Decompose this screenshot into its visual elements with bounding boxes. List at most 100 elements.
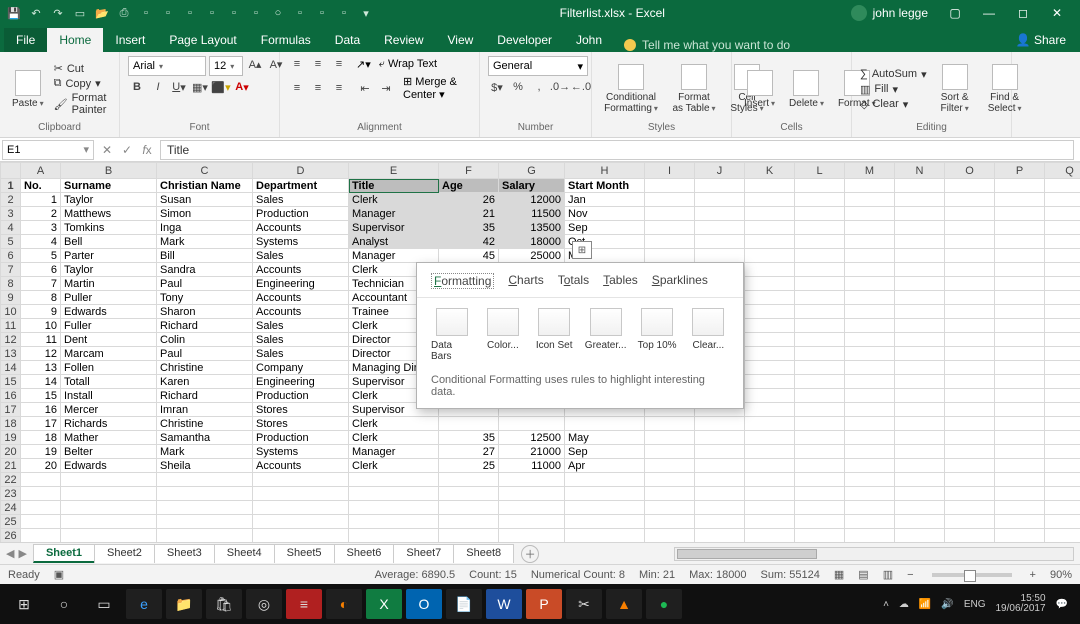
- cell[interactable]: Susan: [157, 193, 253, 207]
- cell[interactable]: [995, 375, 1045, 389]
- cell[interactable]: [945, 459, 995, 473]
- cell[interactable]: [565, 515, 645, 529]
- cell[interactable]: [895, 459, 945, 473]
- cell[interactable]: [995, 389, 1045, 403]
- cell[interactable]: [61, 473, 157, 487]
- cell[interactable]: [745, 263, 795, 277]
- row-header[interactable]: 5: [1, 235, 21, 249]
- cancel-formula-icon[interactable]: ✕: [98, 141, 116, 159]
- cell[interactable]: Christine: [157, 417, 253, 431]
- cell[interactable]: Dent: [61, 333, 157, 347]
- cell[interactable]: Manager: [349, 249, 439, 263]
- view-page-break-icon[interactable]: ▥: [883, 568, 893, 581]
- cell[interactable]: 4: [21, 235, 61, 249]
- sheet-tab[interactable]: Sheet5: [274, 544, 335, 563]
- cell[interactable]: [695, 529, 745, 543]
- cell[interactable]: [745, 417, 795, 431]
- qa-top-10[interactable]: Top 10%: [636, 308, 677, 362]
- user-name[interactable]: john legge: [873, 6, 928, 20]
- new-icon[interactable]: ▭: [72, 5, 88, 21]
- cell[interactable]: Start Month: [565, 179, 645, 193]
- cell[interactable]: [845, 459, 895, 473]
- user-avatar-icon[interactable]: [851, 5, 867, 21]
- column-header[interactable]: H: [565, 163, 645, 179]
- cell[interactable]: 11000: [499, 459, 565, 473]
- cell[interactable]: [695, 501, 745, 515]
- cell[interactable]: Clerk: [349, 459, 439, 473]
- cell[interactable]: [745, 515, 795, 529]
- cell[interactable]: [157, 501, 253, 515]
- open-icon[interactable]: 📂: [94, 5, 110, 21]
- volume-icon[interactable]: 🔊: [941, 599, 953, 610]
- excel-icon[interactable]: X: [366, 589, 402, 619]
- row-header[interactable]: 2: [1, 193, 21, 207]
- cell[interactable]: 11: [21, 333, 61, 347]
- cell[interactable]: [845, 277, 895, 291]
- tab-file[interactable]: File: [4, 28, 47, 52]
- cell[interactable]: [695, 249, 745, 263]
- cell[interactable]: [499, 473, 565, 487]
- powerpoint-icon[interactable]: P: [526, 589, 562, 619]
- tab-home[interactable]: Home: [47, 28, 103, 52]
- cell[interactable]: Simon: [157, 207, 253, 221]
- cell[interactable]: Accounts: [253, 291, 349, 305]
- cell[interactable]: [795, 179, 845, 193]
- cell[interactable]: [695, 515, 745, 529]
- cell[interactable]: [253, 473, 349, 487]
- cell[interactable]: [945, 333, 995, 347]
- worksheet-grid[interactable]: ABCDEFGHIJKLMNOPQ1No.SurnameChristian Na…: [0, 162, 1080, 542]
- cell[interactable]: [945, 417, 995, 431]
- cell[interactable]: [1045, 319, 1080, 333]
- edge-icon[interactable]: e: [126, 589, 162, 619]
- bold-button[interactable]: B: [128, 79, 146, 95]
- cell[interactable]: Sales: [253, 333, 349, 347]
- qat-icon[interactable]: ▫: [336, 5, 352, 21]
- cell[interactable]: [795, 459, 845, 473]
- cell[interactable]: Inga: [157, 221, 253, 235]
- tray-up-icon[interactable]: ˄: [883, 599, 889, 610]
- cell[interactable]: Systems: [253, 445, 349, 459]
- cell[interactable]: [695, 207, 745, 221]
- cell[interactable]: Supervisor: [349, 221, 439, 235]
- row-header[interactable]: 16: [1, 389, 21, 403]
- cell[interactable]: [253, 487, 349, 501]
- notifications-icon[interactable]: 💬: [1056, 599, 1068, 610]
- cell[interactable]: [565, 501, 645, 515]
- qa-tab-sparklines[interactable]: Sparklines: [652, 273, 708, 289]
- qat-icon[interactable]: ▫: [160, 5, 176, 21]
- column-header[interactable]: I: [645, 163, 695, 179]
- cell[interactable]: [645, 529, 695, 543]
- row-header[interactable]: 1: [1, 179, 21, 193]
- cell[interactable]: [21, 501, 61, 515]
- cell[interactable]: [795, 249, 845, 263]
- cell[interactable]: [895, 319, 945, 333]
- cell[interactable]: [21, 487, 61, 501]
- cell[interactable]: [845, 417, 895, 431]
- qa-tab-totals[interactable]: Totals: [558, 273, 589, 289]
- cell[interactable]: [995, 291, 1045, 305]
- cell[interactable]: Marcam: [61, 347, 157, 361]
- cell[interactable]: No.: [21, 179, 61, 193]
- decrease-decimal-icon[interactable]: ←.0: [572, 79, 590, 95]
- row-header[interactable]: 10: [1, 305, 21, 319]
- cell[interactable]: [945, 403, 995, 417]
- cell[interactable]: [645, 179, 695, 193]
- cell[interactable]: Tomkins: [61, 221, 157, 235]
- column-header[interactable]: B: [61, 163, 157, 179]
- decrease-indent-icon[interactable]: ⇤: [356, 80, 374, 96]
- column-header[interactable]: L: [795, 163, 845, 179]
- qat-icon[interactable]: ▫: [204, 5, 220, 21]
- cell[interactable]: Richards: [61, 417, 157, 431]
- cell[interactable]: [945, 263, 995, 277]
- cell[interactable]: [895, 389, 945, 403]
- row-header[interactable]: 19: [1, 431, 21, 445]
- cell[interactable]: [795, 375, 845, 389]
- cell[interactable]: [945, 347, 995, 361]
- tell-me-search[interactable]: Tell me what you want to do: [624, 38, 790, 52]
- cell[interactable]: [157, 487, 253, 501]
- column-header[interactable]: M: [845, 163, 895, 179]
- cell[interactable]: Mercer: [61, 403, 157, 417]
- cell[interactable]: [745, 249, 795, 263]
- cell[interactable]: [795, 445, 845, 459]
- cell[interactable]: [995, 179, 1045, 193]
